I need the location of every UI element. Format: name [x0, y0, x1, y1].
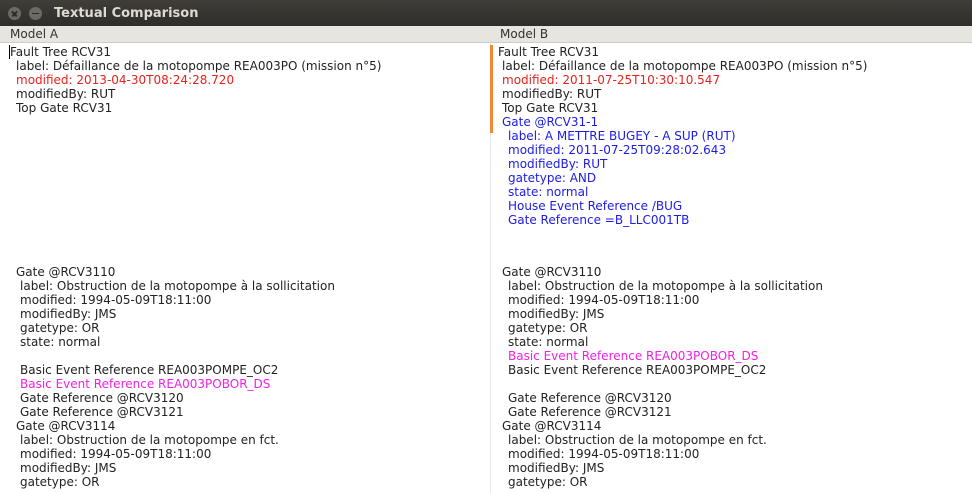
text-line: Gate @RCV3114	[502, 419, 602, 433]
text-line: Top Gate RCV31	[16, 101, 113, 115]
close-icon[interactable]	[8, 6, 21, 20]
text-line-changed: modified: 2013-04-30T08:24:28.720	[16, 73, 235, 87]
text-line-moved: Basic Event Reference REA003POBOR_DS	[508, 349, 759, 363]
text-line-added: Gate Reference =B_LLC001TB	[508, 213, 690, 227]
text-line: label: Obstruction de la motopompe à la …	[20, 279, 335, 293]
text-line: Basic Event Reference REA003POMPE_OC2	[20, 363, 279, 377]
text-line: Fault Tree RCV31	[498, 45, 600, 59]
model-a-header: Model A	[0, 26, 490, 43]
text-line: modifiedBy: RUT	[502, 87, 602, 101]
text-line: modifiedBy: JMS	[508, 461, 605, 475]
text-line: Gate @RCV3114	[16, 419, 116, 433]
text-line: modifiedBy: JMS	[508, 307, 605, 321]
text-line: Top Gate RCV31	[502, 101, 599, 115]
text-line: state: normal	[20, 335, 101, 349]
text-line-added: modifiedBy: RUT	[508, 157, 608, 171]
text-line: state: normal	[508, 335, 589, 349]
window-title: Textual Comparison	[54, 5, 199, 21]
text-line-added: House Event Reference /BUG	[508, 199, 683, 213]
window-titlebar: Textual Comparison	[0, 0, 972, 26]
text-line: label: Défaillance de la motopompe REA00…	[16, 59, 382, 73]
text-line: label: Obstruction de la motopompe en fc…	[508, 433, 767, 447]
text-line: modifiedBy: JMS	[20, 307, 117, 321]
text-line: Basic Event Reference REA003POMPE_OC2	[508, 363, 767, 377]
text-line: Gate @RCV3110	[16, 265, 116, 279]
text-line: modified: 1994-05-09T18:11:00	[20, 293, 212, 307]
text-line: Gate Reference @RCV3120	[508, 391, 672, 405]
text-line: modifiedBy: JMS	[20, 461, 117, 475]
text-line: Gate Reference @RCV3121	[20, 405, 184, 419]
text-line: gatetype: OR	[508, 321, 588, 335]
text-line: modifiedBy: RUT	[16, 87, 116, 101]
text-line-added: Gate @RCV31-1	[502, 115, 599, 129]
model-b-header: Model B	[490, 26, 972, 43]
text-line: modified: 1994-05-09T18:11:00	[508, 293, 700, 307]
text-line-added: gatetype: AND	[508, 171, 597, 185]
text-line: Fault Tree RCV31	[10, 45, 112, 59]
model-a-pane[interactable]: Model A Fault Tree RCV31 label: Défailla…	[0, 26, 491, 493]
model-b-pane[interactable]: Model B Fault Tree RCV31 label: Défailla…	[490, 26, 972, 493]
minimize-icon[interactable]	[29, 6, 42, 20]
text-line-changed: modified: 2011-07-25T10:30:10.547	[502, 73, 721, 87]
text-line-added: label: A METTRE BUGEY - A SUP (RUT)	[508, 129, 736, 143]
text-line-added: state: normal	[508, 185, 589, 199]
text-line: modified: 1994-05-09T18:11:00	[508, 447, 700, 461]
text-line-added: modified: 2011-07-25T09:28:02.643	[508, 143, 727, 157]
change-marker	[490, 45, 493, 133]
text-line: modified: 1994-05-09T18:11:00	[20, 447, 212, 461]
text-line: label: Obstruction de la motopompe en fc…	[20, 433, 279, 447]
text-line: label: Obstruction de la motopompe à la …	[508, 279, 823, 293]
text-line: Gate Reference @RCV3120	[20, 391, 184, 405]
text-line: Gate @RCV3110	[502, 265, 602, 279]
text-line: gatetype: OR	[508, 475, 588, 489]
text-line: Gate Reference @RCV3121	[508, 405, 672, 419]
text-line: label: Défaillance de la motopompe REA00…	[502, 59, 868, 73]
text-line: gatetype: OR	[20, 475, 100, 489]
text-line: gatetype: OR	[20, 321, 100, 335]
text-line-moved: Basic Event Reference REA003POBOR_DS	[20, 377, 271, 391]
